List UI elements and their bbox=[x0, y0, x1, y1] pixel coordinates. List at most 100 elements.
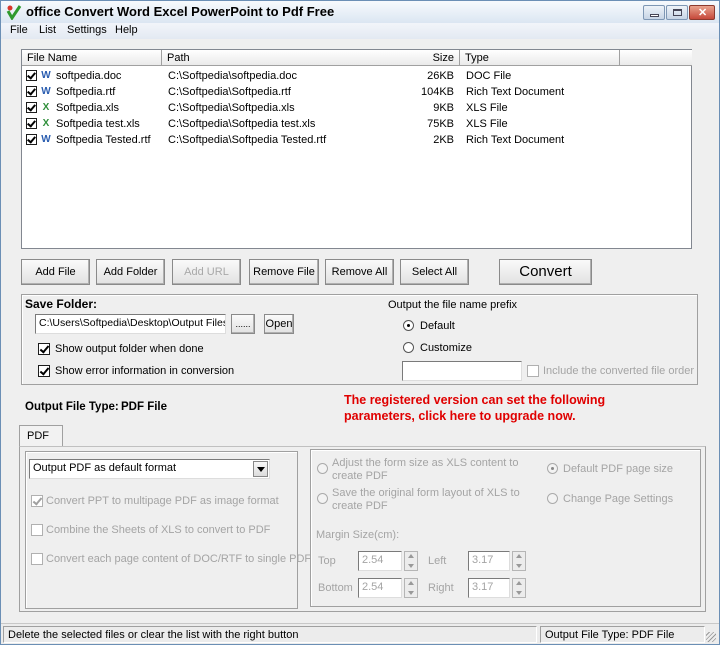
minimize-button[interactable] bbox=[643, 5, 665, 20]
status-output-type: Output File Type: PDF File bbox=[540, 626, 705, 643]
file-size: 104KB bbox=[420, 86, 454, 98]
close-button[interactable]: ✕ bbox=[689, 5, 715, 20]
change-page-settings-label: Change Page Settings bbox=[563, 493, 674, 505]
dropdown-arrow-button[interactable] bbox=[253, 461, 268, 477]
file-size: 26KB bbox=[427, 70, 454, 82]
adjust-form-line2: create PDF bbox=[332, 470, 388, 482]
maximize-button[interactable] bbox=[666, 5, 688, 20]
title-bar: office Convert Word Excel PowerPoint to … bbox=[1, 1, 719, 23]
maximize-icon bbox=[673, 9, 682, 16]
each-page-single-checkbox[interactable] bbox=[31, 553, 43, 565]
status-message: Delete the selected files or clear the l… bbox=[3, 626, 537, 643]
file-path: C:\Softpedia\Softpedia Tested.rtf bbox=[168, 134, 327, 146]
combine-sheets-label: Combine the Sheets of XLS to convert to … bbox=[46, 524, 271, 536]
add-url-button[interactable]: Add URL bbox=[172, 259, 241, 285]
column-header-empty bbox=[620, 50, 692, 66]
output-type-label: Output File Type: bbox=[25, 401, 119, 413]
add-file-button[interactable]: Add File bbox=[21, 259, 90, 285]
file-path: C:\Softpedia\softpedia.doc bbox=[168, 70, 298, 82]
app-window: office Convert Word Excel PowerPoint to … bbox=[0, 0, 720, 645]
prefix-default-radio[interactable] bbox=[403, 320, 414, 331]
add-folder-button[interactable]: Add Folder bbox=[96, 259, 165, 285]
margin-top-spinner[interactable] bbox=[404, 551, 418, 571]
menu-help[interactable]: Help bbox=[115, 24, 138, 36]
adjust-form-line1: Adjust the form size as XLS content to bbox=[332, 457, 519, 469]
save-original-label: Save the original form layout of XLS to … bbox=[332, 487, 520, 513]
margin-top-input[interactable]: 2.54 bbox=[358, 551, 402, 571]
save-original-line2: create PDF bbox=[332, 500, 388, 512]
show-error-info-checkbox[interactable] bbox=[38, 365, 50, 377]
ppt-multipage-checkbox[interactable] bbox=[31, 495, 43, 507]
row-checkbox[interactable] bbox=[26, 70, 37, 81]
app-logo-icon bbox=[6, 5, 22, 20]
combine-sheets-checkbox[interactable] bbox=[31, 524, 43, 536]
table-row[interactable]: W Softpedia.rtf C:\Softpedia\Softpedia.r… bbox=[22, 84, 691, 100]
prefix-custom-input[interactable] bbox=[402, 361, 522, 381]
row-checkbox[interactable] bbox=[26, 86, 37, 97]
save-folder-label: Save Folder: bbox=[25, 297, 98, 311]
prefix-default-label: Default bbox=[420, 320, 455, 332]
table-row[interactable]: X Softpedia test.xls C:\Softpedia\Softpe… bbox=[22, 116, 691, 132]
save-original-radio[interactable] bbox=[317, 493, 328, 504]
file-type: XLS File bbox=[466, 102, 508, 114]
adjust-form-radio[interactable] bbox=[317, 463, 328, 474]
prefix-label: Output the file name prefix bbox=[388, 299, 518, 311]
menu-settings[interactable]: Settings bbox=[67, 24, 107, 36]
file-size: 2KB bbox=[433, 134, 454, 146]
margin-right-spinner[interactable] bbox=[512, 578, 526, 598]
file-type: DOC File bbox=[466, 70, 512, 82]
remove-all-button[interactable]: Remove All bbox=[325, 259, 394, 285]
convert-button[interactable]: Convert bbox=[499, 259, 592, 285]
margin-left-input[interactable]: 3.17 bbox=[468, 551, 510, 571]
save-folder-input[interactable]: C:\Users\Softpedia\Desktop\Output Files bbox=[35, 314, 226, 334]
menu-file[interactable]: File bbox=[10, 24, 28, 36]
upgrade-notice-line1: The registered version can set the follo… bbox=[344, 393, 606, 407]
pdf-format-select[interactable]: Output PDF as default format bbox=[29, 459, 270, 479]
resize-grip-icon[interactable] bbox=[706, 632, 716, 642]
pdf-format-select-value: Output PDF as default format bbox=[33, 462, 177, 474]
browse-folder-button[interactable]: ...... bbox=[231, 314, 255, 334]
row-checkbox[interactable] bbox=[26, 102, 37, 113]
column-header-type[interactable]: Type bbox=[460, 50, 620, 66]
file-type: Rich Text Document bbox=[466, 86, 565, 98]
show-output-folder-label: Show output folder when done bbox=[55, 343, 204, 355]
tab-pdf[interactable]: PDF bbox=[19, 425, 63, 447]
save-original-line1: Save the original form layout of XLS to bbox=[332, 487, 520, 499]
upgrade-notice-link[interactable]: The registered version can set the follo… bbox=[344, 392, 605, 424]
default-page-size-radio[interactable] bbox=[547, 463, 558, 474]
menu-list[interactable]: List bbox=[39, 24, 56, 36]
change-page-settings-radio[interactable] bbox=[547, 493, 558, 504]
show-output-folder-checkbox[interactable] bbox=[38, 343, 50, 355]
row-checkbox[interactable] bbox=[26, 134, 37, 145]
ppt-multipage-label: Convert PPT to multipage PDF as image fo… bbox=[46, 495, 279, 507]
file-name: Softpedia test.xls bbox=[56, 118, 140, 130]
minimize-icon bbox=[650, 14, 659, 17]
row-checkbox[interactable] bbox=[26, 118, 37, 129]
margin-left-label: Left bbox=[428, 555, 447, 567]
select-all-button[interactable]: Select All bbox=[400, 259, 469, 285]
column-header-file-name[interactable]: File Name bbox=[22, 50, 162, 66]
close-icon: ✕ bbox=[698, 7, 708, 19]
file-name: Softpedia.xls bbox=[56, 102, 119, 114]
upgrade-notice-line2: parameters, click here to upgrade now. bbox=[344, 409, 576, 423]
prefix-customize-label: Customize bbox=[420, 342, 472, 354]
file-name: Softpedia Tested.rtf bbox=[56, 134, 151, 146]
file-list[interactable]: File Name Path Size Type W softpedia.doc… bbox=[21, 49, 692, 249]
menu-bar: File List Settings Help bbox=[1, 23, 719, 39]
margin-bottom-input[interactable]: 2.54 bbox=[358, 578, 402, 598]
margin-bottom-spinner[interactable] bbox=[404, 578, 418, 598]
include-order-checkbox[interactable] bbox=[527, 365, 539, 377]
margin-right-input[interactable]: 3.17 bbox=[468, 578, 510, 598]
file-size: 9KB bbox=[433, 102, 454, 114]
chevron-down-icon bbox=[257, 467, 265, 472]
adjust-form-label: Adjust the form size as XLS content to c… bbox=[332, 457, 518, 483]
file-path: C:\Softpedia\Softpedia test.xls bbox=[168, 118, 316, 130]
remove-file-button[interactable]: Remove File bbox=[249, 259, 319, 285]
table-row[interactable]: W Softpedia Tested.rtf C:\Softpedia\Soft… bbox=[22, 132, 691, 148]
margin-left-spinner[interactable] bbox=[512, 551, 526, 571]
column-header-size[interactable]: Size bbox=[320, 50, 460, 66]
open-folder-button[interactable]: Open bbox=[264, 314, 294, 334]
prefix-customize-radio[interactable] bbox=[403, 342, 414, 353]
table-row[interactable]: X Softpedia.xls C:\Softpedia\Softpedia.x… bbox=[22, 100, 691, 116]
table-row[interactable]: W softpedia.doc C:\Softpedia\softpedia.d… bbox=[22, 68, 691, 84]
